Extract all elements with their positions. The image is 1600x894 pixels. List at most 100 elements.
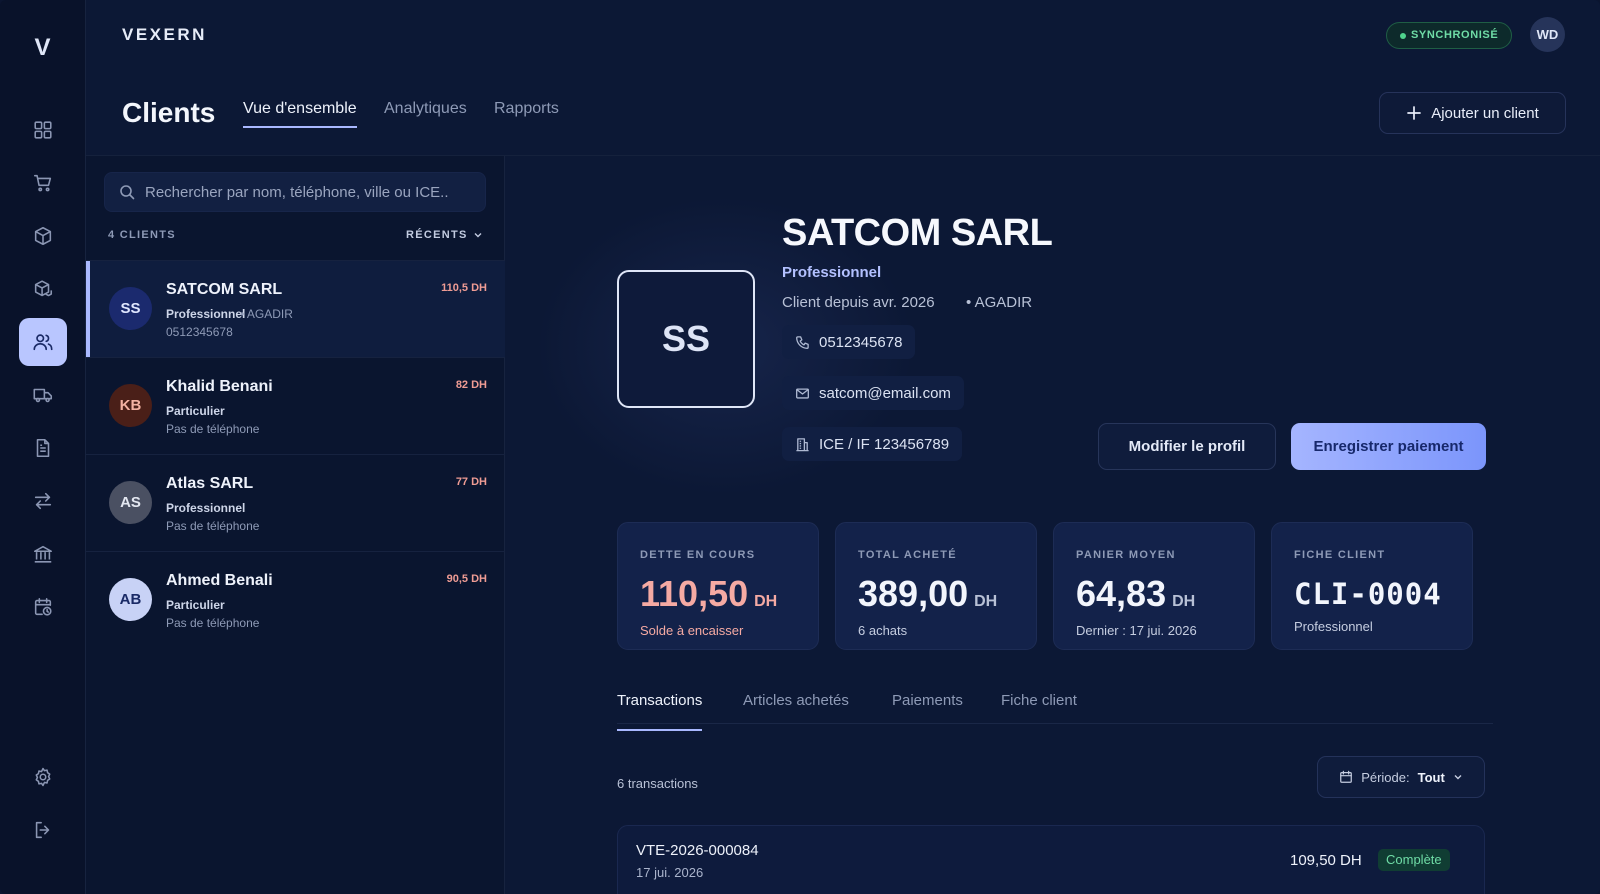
client-list-item[interactable]: AB Ahmed Benali Particulier Pas de télép… xyxy=(86,551,505,648)
client-name: Ahmed Benali xyxy=(166,572,273,589)
nav-deliveries[interactable] xyxy=(19,371,67,419)
transaction-ref: VTE-2026-000084 xyxy=(636,842,759,859)
client-avatar: AB xyxy=(109,578,152,621)
sync-status-badge: SYNCHRONISÉ xyxy=(1386,22,1513,49)
stat-subtext: 6 achats xyxy=(858,623,908,638)
chevron-down-icon xyxy=(1454,775,1462,780)
stat-number: 110,50 xyxy=(640,573,749,614)
user-avatar[interactable]: WD xyxy=(1530,17,1565,52)
nav-settings[interactable] xyxy=(19,753,67,801)
mail-icon xyxy=(796,387,809,399)
nav-clients[interactable] xyxy=(19,318,67,366)
truck-icon xyxy=(33,388,53,403)
client-type: Particulier xyxy=(166,598,225,612)
client-list: SS SATCOM SARL Professionnel • AGADIR 05… xyxy=(86,260,505,648)
stat-subtext: Solde à encaisser xyxy=(640,623,744,638)
stat-value: 110,50 DH xyxy=(640,573,777,615)
nav-transfers[interactable] xyxy=(19,477,67,525)
stat-card-client-id: FICHE CLIENT CLI-0004 Professionnel xyxy=(1271,522,1473,650)
client-phone: 0512345678 xyxy=(166,325,233,339)
stat-card-debt: DETTE EN COURS 110,50 DH Solde à encaisse… xyxy=(617,522,819,650)
tab-client-sheet[interactable]: Fiche client xyxy=(1001,692,1077,729)
stat-unit: DH xyxy=(754,593,778,610)
plus-icon xyxy=(1407,106,1422,120)
transaction-date: 17 jui. 2026 xyxy=(636,865,704,880)
search-input[interactable] xyxy=(145,183,480,201)
client-since: Client depuis avr. 2026 xyxy=(782,294,935,311)
client-detail-type: Professionnel xyxy=(782,264,882,281)
client-balance: 110,5 DH xyxy=(441,282,487,294)
client-balance: 90,5 DH xyxy=(446,573,487,585)
page-title: Clients xyxy=(122,97,216,128)
stat-label: TOTAL ACHETÉ xyxy=(858,549,957,561)
detail-tabs: Transactions Articles achetés Paiements … xyxy=(617,676,1493,731)
client-name: SATCOM SARL xyxy=(166,281,283,298)
record-payment-button[interactable]: Enregistrer paiement xyxy=(1291,423,1486,470)
stat-value: 64,83 DH xyxy=(1076,573,1195,615)
tab-reports[interactable]: Rapports xyxy=(494,100,559,126)
client-type: Professionnel xyxy=(166,501,246,515)
edit-profile-button[interactable]: Modifier le profil xyxy=(1098,423,1276,470)
bank-icon xyxy=(33,545,53,563)
transaction-count: 6 transactions xyxy=(617,776,698,791)
period-filter[interactable]: Période: Tout xyxy=(1317,756,1485,798)
email-chip[interactable]: satcom@email.com xyxy=(782,376,964,410)
client-name: Atlas SARL xyxy=(166,475,254,492)
nav-logout[interactable] xyxy=(19,806,67,854)
stat-number: 389,00 xyxy=(858,573,969,614)
tab-transactions[interactable]: Transactions xyxy=(617,692,703,731)
top-bar: VEXERN SYNCHRONISÉ WD xyxy=(86,0,1600,70)
nav-products[interactable] xyxy=(19,212,67,260)
nav-bank[interactable] xyxy=(19,530,67,578)
client-detail-name: SATCOM SARL xyxy=(782,212,1053,254)
building-icon xyxy=(796,437,809,451)
client-type: Particulier xyxy=(166,404,225,418)
brand-name: VEXERN xyxy=(122,25,207,44)
ice-value: ICE / IF 123456789 xyxy=(819,435,950,453)
search-box[interactable] xyxy=(104,172,486,212)
logout-icon xyxy=(35,821,50,839)
stat-label: PANIER MOYEN xyxy=(1076,549,1176,561)
tab-overview[interactable]: Vue d'ensemble xyxy=(243,100,357,128)
sort-dropdown[interactable]: RÉCENTS xyxy=(406,229,483,241)
icon-rail: V xyxy=(0,0,86,894)
client-phone: Pas de téléphone xyxy=(166,519,260,533)
transaction-amount: 109,50 DH xyxy=(1290,852,1362,869)
client-balance: 77 DH xyxy=(455,476,487,488)
phone-chip[interactable]: 0512345678 xyxy=(782,325,916,359)
chevron-down-icon xyxy=(474,233,482,238)
phone-value: 0512345678 xyxy=(819,333,903,351)
client-type: Professionnel xyxy=(166,307,246,321)
stat-subtext: Dernier : 17 jui. 2026 xyxy=(1076,623,1197,638)
ice-chip[interactable]: ICE / IF 123456789 xyxy=(782,427,963,461)
client-avatar: KB xyxy=(109,384,152,427)
boxes-icon xyxy=(34,280,53,297)
client-avatar-large: SS xyxy=(617,270,755,408)
stat-unit: DH xyxy=(1172,593,1196,610)
app-logo[interactable]: V xyxy=(0,34,86,62)
client-list-item[interactable]: KB Khalid Benani Particulier Pas de télé… xyxy=(86,357,505,454)
nav-inventory[interactable] xyxy=(19,265,67,313)
nav-dashboard[interactable] xyxy=(19,106,67,154)
client-name: Khalid Benani xyxy=(166,378,273,395)
transaction-row[interactable]: VTE-2026-000084 17 jui. 2026 109,50 DH C… xyxy=(617,825,1485,894)
add-client-label: Ajouter un client xyxy=(1431,104,1539,122)
stat-card-average: PANIER MOYEN 64,83 DH Dernier : 17 jui. 2… xyxy=(1053,522,1255,650)
period-value: Tout xyxy=(1417,769,1445,785)
add-client-button[interactable]: Ajouter un client xyxy=(1379,92,1566,134)
tab-payments[interactable]: Paiements xyxy=(892,692,963,729)
stat-number: 64,83 xyxy=(1076,573,1167,614)
dashboard-icon xyxy=(34,121,52,139)
app-window: V VEXERN SYNCHRONISÉ WD Clients Vue d'en… xyxy=(0,0,1600,894)
client-avatar: AS xyxy=(109,481,152,524)
nav-schedule[interactable] xyxy=(19,583,67,631)
client-list-item[interactable]: SS SATCOM SARL Professionnel • AGADIR 05… xyxy=(86,260,505,358)
stat-label: FICHE CLIENT xyxy=(1294,549,1386,561)
calendar-icon xyxy=(1340,770,1353,783)
client-list-item[interactable]: AS Atlas SARL Professionnel Pas de télép… xyxy=(86,454,505,551)
tab-analytics[interactable]: Analytiques xyxy=(384,100,467,126)
nav-documents[interactable] xyxy=(19,424,67,472)
client-phone: Pas de téléphone xyxy=(166,422,260,436)
nav-sales[interactable] xyxy=(19,159,67,207)
tab-purchased-items[interactable]: Articles achetés xyxy=(743,692,849,729)
